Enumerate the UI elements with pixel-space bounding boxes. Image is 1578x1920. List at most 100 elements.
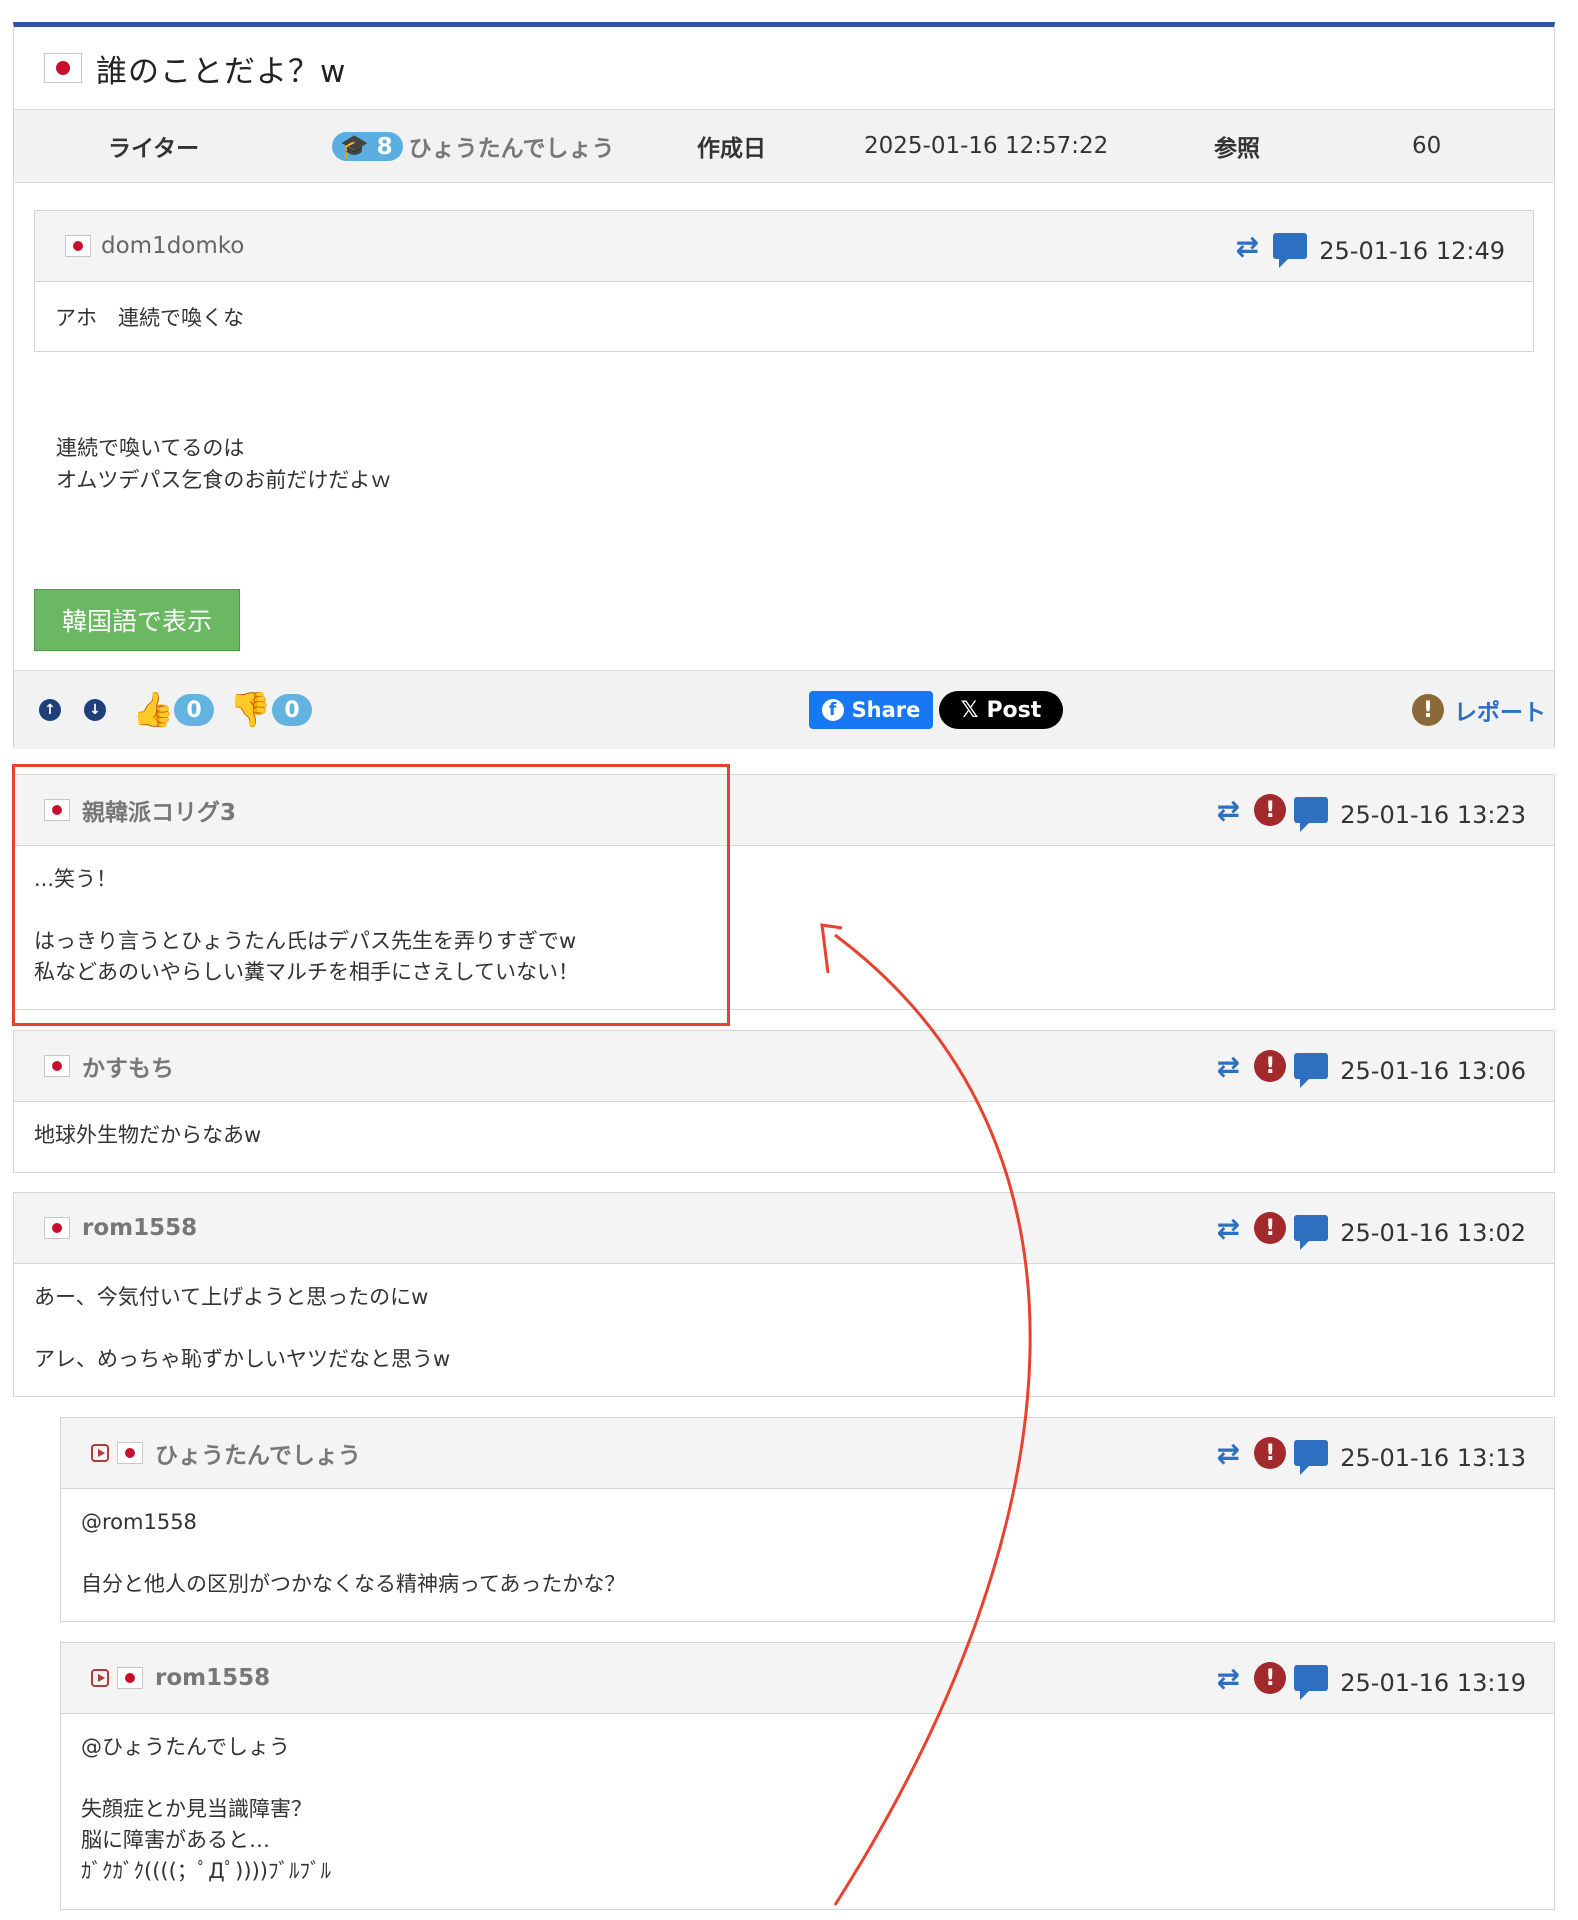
japan-flag-icon xyxy=(44,1217,70,1239)
writer-info[interactable]: 🎓 8 ひょうたんでしょう xyxy=(332,129,615,163)
comment-user: かすもち xyxy=(44,1049,174,1083)
reply-line: ｶﾞｸｶﾞｸ((((；ﾟДﾟ))))ﾌﾞﾙﾌﾞﾙ xyxy=(81,1859,331,1883)
level-badge: 🎓 8 xyxy=(332,131,403,161)
comment-header: 親韓派コリグ3 ⇄ ! 25-01-16 13:23 xyxy=(14,775,1554,846)
reply-line: @ひょうたんでしょう xyxy=(81,1735,290,1759)
reply-line: @rom1558 xyxy=(81,1510,197,1534)
quoted-username[interactable]: dom1domko xyxy=(101,233,244,259)
reply-username[interactable]: rom1558 xyxy=(155,1665,270,1691)
comment-line: 地球外生物だからなあw xyxy=(34,1123,262,1147)
post-body-line: 連続で喚いてるのは xyxy=(56,436,245,460)
translate-korean-button[interactable]: 韓国語で表示 xyxy=(34,589,240,651)
dislike-count: 0 xyxy=(272,694,312,726)
comment-item: 親韓派コリグ3 ⇄ ! 25-01-16 13:23 ...笑う！ はっきり言う… xyxy=(13,774,1555,1010)
created-label: 作成日 xyxy=(697,136,766,162)
comment-line: はっきり言うとひょうたん氏はデパス先生を弄りすぎでw xyxy=(34,929,577,953)
reply-chat-icon[interactable] xyxy=(1294,1053,1329,1088)
reply-tools: ⇄ ! 25-01-16 13:19 xyxy=(1210,1659,1526,1700)
report-exclamation-icon[interactable]: ! xyxy=(1254,1437,1287,1469)
comment-username[interactable]: かすもち xyxy=(82,1049,174,1083)
reply-chat-icon[interactable] xyxy=(1294,1215,1329,1250)
report-exclamation-icon[interactable]: ! xyxy=(1254,1050,1287,1082)
post-body: 連続で喚いてるのは オムツデパス乞食のお前だけだよｗ xyxy=(56,432,391,496)
comment-body: 地球外生物だからなあw xyxy=(14,1102,1554,1169)
comment-line xyxy=(34,895,1534,926)
reply-line xyxy=(81,1538,1534,1569)
facebook-share-button[interactable]: f Share xyxy=(809,691,933,729)
report-link[interactable]: ! レポート xyxy=(1412,693,1546,727)
comment-user: 親韓派コリグ3 xyxy=(44,793,236,827)
comment-date: 25-01-16 13:06 xyxy=(1340,1057,1526,1085)
reply-date: 25-01-16 13:19 xyxy=(1340,1669,1526,1697)
vote-up-arrow-icon[interactable]: ↑ xyxy=(39,699,61,721)
reply-header: rom1558 ⇄ ! 25-01-16 13:19 xyxy=(61,1643,1554,1714)
created-value: 2025-01-16 12:57:22 xyxy=(864,133,1109,159)
swap-arrows-icon[interactable]: ⇄ xyxy=(1210,1212,1246,1245)
reply-user: rom1558 xyxy=(91,1665,270,1691)
swap-arrows-icon[interactable]: ⇄ xyxy=(1210,1437,1246,1470)
facebook-share-label: Share xyxy=(851,698,921,722)
swap-arrows-icon[interactable]: ⇄ xyxy=(1210,1050,1246,1083)
reply-body: @ひょうたんでしょう 失顔症とか見当識障害？ 脳に障害があると… ｶﾞｸｶﾞｸ(… xyxy=(61,1714,1554,1905)
quoted-date: 25-01-16 12:49 xyxy=(1319,237,1505,265)
comment-header: rom1558 ⇄ ! 25-01-16 13:02 xyxy=(14,1193,1554,1264)
reply-line: 自分と他人の区別がつかなくなる精神病ってあったかな？ xyxy=(81,1572,626,1596)
reply-chat-icon[interactable] xyxy=(1294,797,1329,832)
reply-chat-icon[interactable] xyxy=(1273,233,1308,268)
post-meta-row: ライター 🎓 8 ひょうたんでしょう 作成日 2025-01-16 12:57:2… xyxy=(14,110,1554,183)
reply-header: ひょうたんでしょう ⇄ ! 25-01-16 13:13 xyxy=(61,1418,1554,1489)
comment-item: rom1558 ⇄ ! 25-01-16 13:02 あー、今気付いて上げようと… xyxy=(13,1192,1555,1397)
x-post-button[interactable]: 𝕏 Post xyxy=(939,691,1063,729)
comment-line: ...笑う！ xyxy=(34,867,118,891)
swap-arrows-icon[interactable]: ⇄ xyxy=(1210,794,1246,827)
comment-username[interactable]: 親韓派コリグ3 xyxy=(82,793,236,827)
comment-username[interactable]: rom1558 xyxy=(82,1215,197,1241)
reply-date: 25-01-16 13:13 xyxy=(1340,1444,1526,1472)
reply-username[interactable]: ひょうたんでしょう xyxy=(155,1436,361,1470)
reply-line: 脳に障害があると… xyxy=(81,1828,270,1852)
comment-tools: ⇄ ! 25-01-16 13:02 xyxy=(1210,1209,1526,1250)
reply-chat-icon[interactable] xyxy=(1294,1440,1329,1475)
japan-flag-icon xyxy=(65,235,91,257)
comment-date: 25-01-16 13:23 xyxy=(1340,801,1526,829)
writer-name[interactable]: ひょうたんでしょう xyxy=(409,136,615,162)
comment-header: かすもち ⇄ ! 25-01-16 13:06 xyxy=(14,1031,1554,1102)
japan-flag-icon xyxy=(44,1055,70,1077)
post-action-bar: ↑ ↓ 👍 0 👎 0 f Share 𝕏 Post ! レポート xyxy=(14,670,1554,749)
post-container: 誰のことだよ？w ライター 🎓 8 ひょうたんでしょう 作成日 2025-01-1… xyxy=(13,22,1555,749)
reply-item: rom1558 ⇄ ! 25-01-16 13:19 @ひょうたんでしょう 失顔… xyxy=(60,1642,1555,1910)
quoted-comment-header: dom1domko ⇄ 25-01-16 12:49 xyxy=(35,211,1533,282)
japan-flag-icon xyxy=(117,1442,143,1464)
reply-line xyxy=(81,1763,1534,1794)
swap-arrows-icon[interactable]: ⇄ xyxy=(1210,1662,1246,1695)
report-label: レポート xyxy=(1454,700,1546,726)
japan-flag-icon xyxy=(117,1667,143,1689)
japan-flag-icon xyxy=(44,53,82,83)
post-title: 誰のことだよ？w xyxy=(96,53,347,90)
reply-chat-icon[interactable] xyxy=(1294,1665,1329,1700)
report-exclamation-icon[interactable]: ! xyxy=(1254,1662,1287,1694)
report-exclamation-icon[interactable]: ! xyxy=(1254,794,1287,826)
quoted-comment: dom1domko ⇄ 25-01-16 12:49 アホ 連続で喚くな xyxy=(34,210,1534,352)
report-exclamation-icon: ! xyxy=(1412,694,1444,726)
x-logo-icon: 𝕏 xyxy=(960,697,979,723)
thumbs-down-icon[interactable]: 👎 xyxy=(229,690,271,730)
thumbs-up-icon[interactable]: 👍 xyxy=(132,690,174,730)
reply-play-icon xyxy=(91,1444,109,1462)
views-value: 60 xyxy=(1412,133,1442,159)
report-exclamation-icon[interactable]: ! xyxy=(1254,1212,1287,1244)
comment-body: あー、今気付いて上げようと思ったのにw アレ、めっちゃ恥ずかしいヤツだなと思うw xyxy=(14,1264,1554,1393)
comment-date: 25-01-16 13:02 xyxy=(1340,1219,1526,1247)
comment-body: ...笑う！ はっきり言うとひょうたん氏はデパス先生を弄りすぎでw 私などあのい… xyxy=(14,846,1554,1006)
writer-label: ライター xyxy=(108,136,200,162)
vote-down-arrow-icon[interactable]: ↓ xyxy=(84,699,106,721)
swap-arrows-icon[interactable]: ⇄ xyxy=(1229,230,1265,263)
post-title-row: 誰のことだよ？w xyxy=(14,27,1554,110)
quoted-text: アホ 連続で喚くな xyxy=(55,306,244,330)
comment-tools: ⇄ ! 25-01-16 13:06 xyxy=(1210,1047,1526,1088)
comment-line: 私などあのいやらしい糞マルチを相手にさえしていない！ xyxy=(34,960,579,984)
quoted-tools: ⇄ 25-01-16 12:49 xyxy=(1229,227,1505,268)
facebook-icon: f xyxy=(821,699,844,721)
reply-body: @rom1558 自分と他人の区別がつかなくなる精神病ってあったかな？ xyxy=(61,1489,1554,1618)
reply-tools: ⇄ ! 25-01-16 13:13 xyxy=(1210,1434,1526,1475)
